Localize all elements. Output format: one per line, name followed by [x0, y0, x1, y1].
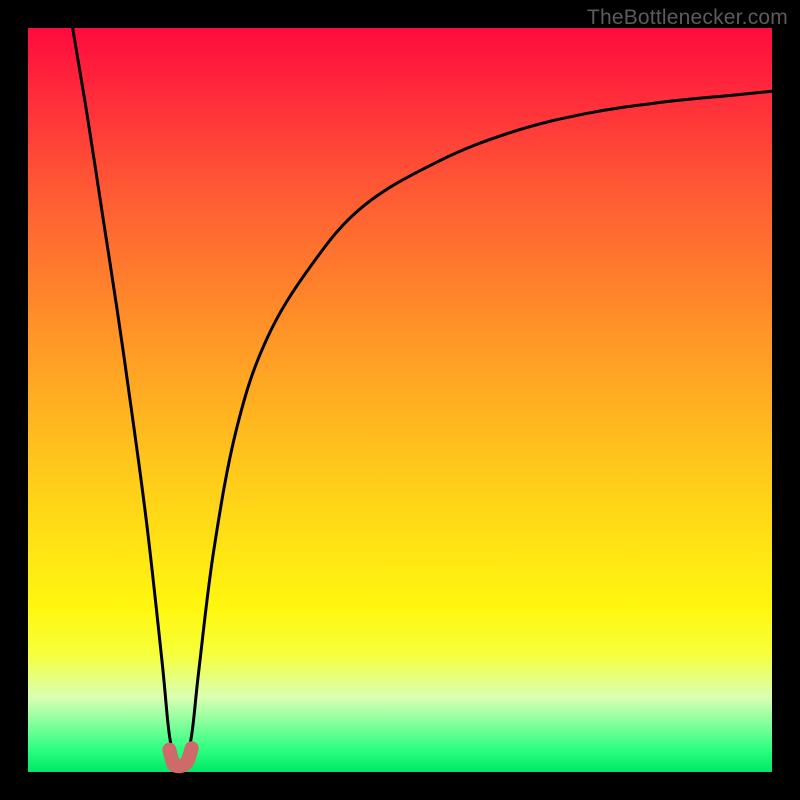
plot-area	[28, 28, 772, 772]
bottleneck-curve	[73, 28, 772, 769]
curve-svg	[28, 28, 772, 772]
chart-frame: TheBottlenecker.com	[0, 0, 800, 800]
watermark-text: TheBottlenecker.com	[587, 6, 788, 30]
min-marker	[169, 748, 191, 766]
